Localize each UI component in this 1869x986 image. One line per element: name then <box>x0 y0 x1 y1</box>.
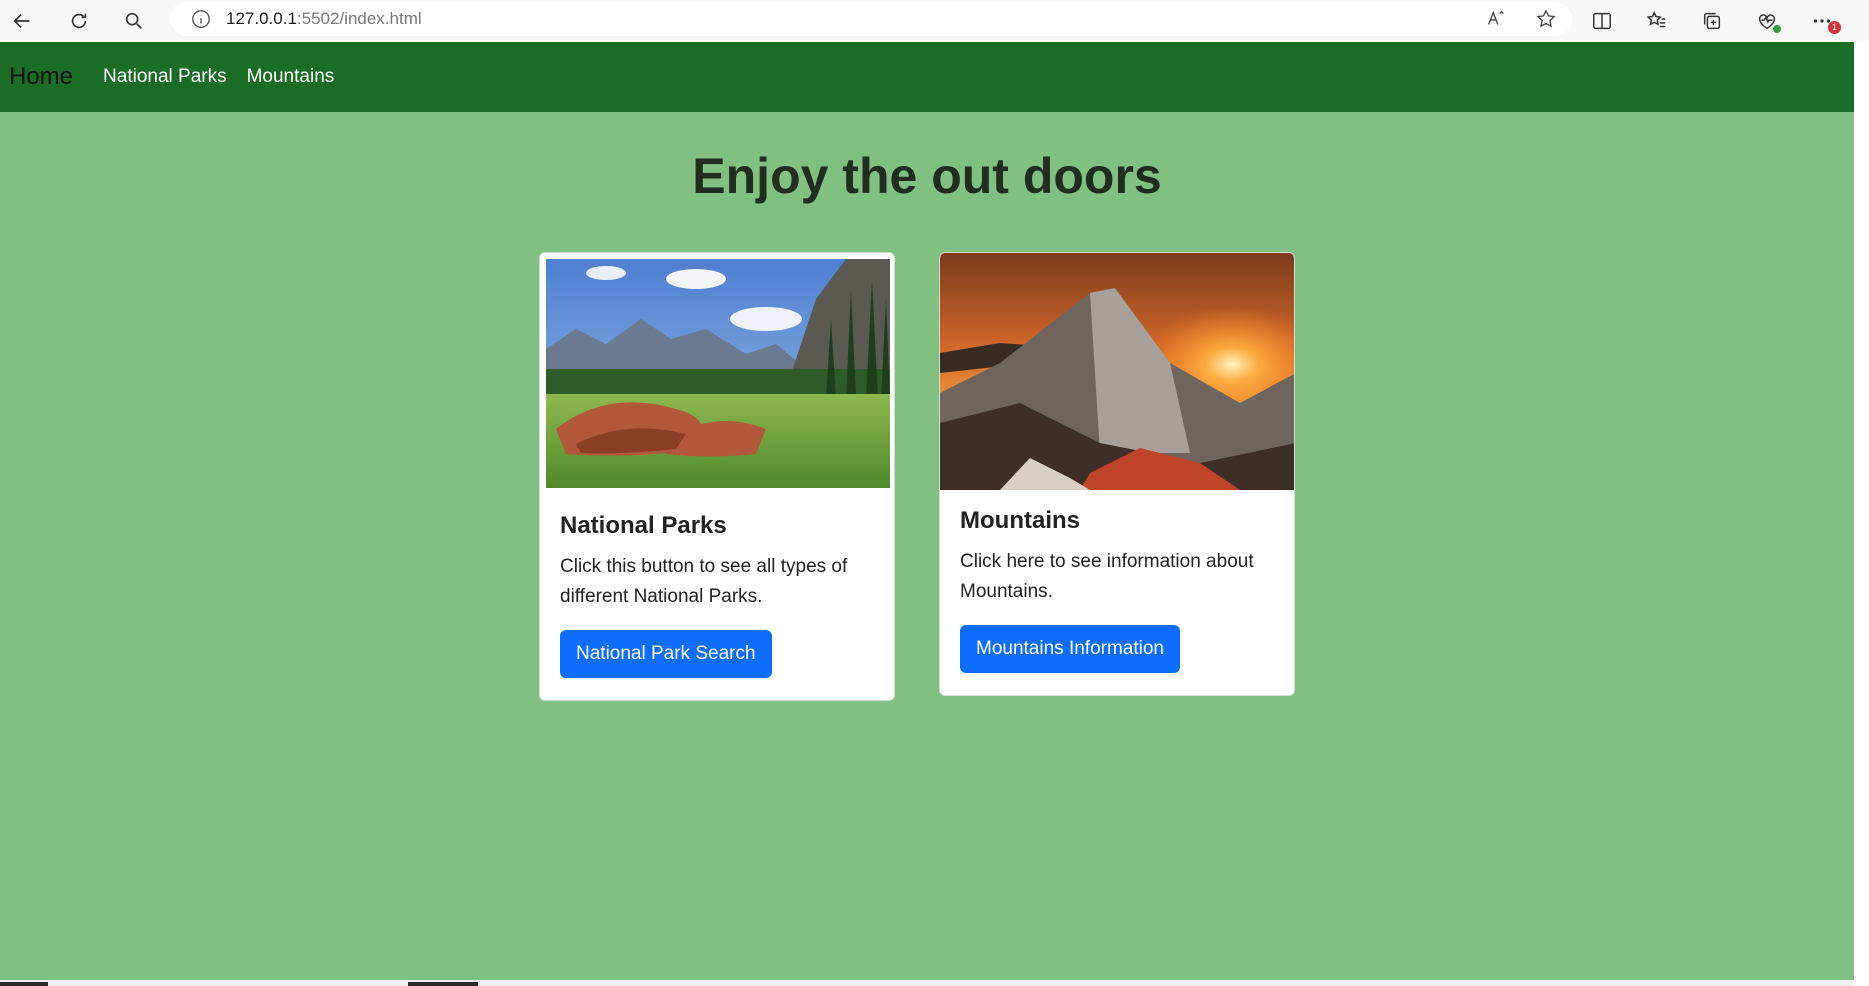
card-body: National Parks Click this button to see … <box>560 512 878 678</box>
taskbar-segment <box>0 982 48 986</box>
browser-toolbar: 127.0.0.1:5502/index.html 1 <box>0 0 1869 42</box>
info-icon[interactable] <box>190 8 212 30</box>
card-mountains: Mountains Click here to see information … <box>939 252 1295 696</box>
taskbar-strip <box>0 980 1854 986</box>
url-path: :5502/index.html <box>296 9 422 28</box>
navbar-brand-home[interactable]: Home <box>9 63 73 91</box>
more-icon[interactable]: 1 <box>1802 3 1842 39</box>
read-aloud-icon[interactable] <box>1478 1 1514 37</box>
taskbar-segment <box>408 982 478 986</box>
page-title: Enjoy the out doors <box>692 148 1162 204</box>
notification-badge: 1 <box>1828 21 1841 34</box>
back-icon[interactable] <box>2 3 42 39</box>
national-parks-image <box>546 259 890 488</box>
card-text: Click this button to see all types of di… <box>560 556 848 607</box>
url-host: 127.0.0.1 <box>226 9 297 28</box>
national-park-search-button[interactable]: National Park Search <box>560 630 772 678</box>
nav-link-mountains[interactable]: Mountains <box>247 66 335 88</box>
split-screen-icon[interactable] <box>1582 3 1622 39</box>
collections-icon[interactable] <box>1692 3 1732 39</box>
card-title: National Parks <box>560 512 727 539</box>
card-body: Mountains Click here to see information … <box>960 507 1278 673</box>
page-viewport: Home National Parks Mountains Enjoy the … <box>0 42 1854 980</box>
card-national-parks: National Parks Click this button to see … <box>539 252 895 701</box>
refresh-icon[interactable] <box>59 3 99 39</box>
search-icon[interactable] <box>114 3 154 39</box>
browser-essentials-icon[interactable] <box>1747 3 1787 39</box>
mountains-information-button[interactable]: Mountains Information <box>960 625 1180 673</box>
card-title: Mountains <box>960 507 1080 534</box>
nav-link-national-parks[interactable]: National Parks <box>103 66 227 88</box>
favorites-icon[interactable] <box>1637 3 1677 39</box>
scrollbar[interactable] <box>1854 42 1869 986</box>
card-text: Click here to see information about Moun… <box>960 551 1254 602</box>
navbar: Home National Parks Mountains <box>0 42 1854 112</box>
favorite-star-icon[interactable] <box>1528 1 1564 37</box>
address-bar[interactable]: 127.0.0.1:5502/index.html <box>170 2 1572 36</box>
mountains-image <box>940 253 1294 490</box>
